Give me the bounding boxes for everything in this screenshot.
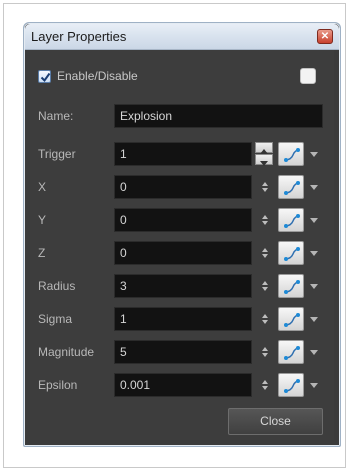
y-input[interactable]: 0 (114, 208, 252, 232)
title-bar[interactable]: Layer Properties ✕ (25, 24, 339, 50)
sigma-spinner-icon[interactable] (261, 313, 269, 325)
param-label-sigma: Sigma (38, 312, 73, 326)
z-dropdown-arrow[interactable] (310, 251, 318, 256)
radius-dropdown-arrow[interactable] (310, 284, 318, 289)
z-function-button[interactable] (278, 241, 304, 265)
param-label-y: Y (38, 213, 47, 227)
window-title: Layer Properties (31, 29, 127, 44)
enable-label: Enable/Disable (57, 69, 138, 83)
trigger-dropdown-arrow[interactable] (310, 152, 318, 157)
color-swatch-toggle[interactable] (300, 68, 316, 84)
param-label-x: X (38, 180, 47, 194)
name-label: Name: (38, 109, 74, 123)
function-curve-icon (284, 280, 300, 294)
arrow-down-icon (260, 161, 268, 166)
z-input[interactable]: 0 (114, 241, 252, 265)
enable-checkbox[interactable] (38, 70, 51, 83)
sigma-dropdown-arrow[interactable] (310, 317, 318, 322)
sigma-input[interactable]: 1 (114, 307, 252, 331)
param-label-z: Z (38, 246, 46, 260)
function-curve-icon (284, 379, 300, 393)
function-curve-icon (284, 214, 300, 228)
function-curve-icon (284, 346, 300, 360)
param-label-trigger: Trigger (38, 147, 76, 161)
function-curve-icon (284, 313, 300, 327)
x-spinner-icon[interactable] (261, 181, 269, 193)
epsilon-dropdown-arrow[interactable] (310, 383, 318, 388)
epsilon-input[interactable]: 0.001 (114, 373, 252, 397)
magnitude-function-button[interactable] (278, 340, 304, 364)
check-icon (40, 72, 51, 83)
epsilon-spinner-icon[interactable] (261, 379, 269, 391)
sigma-function-button[interactable] (278, 307, 304, 331)
x-function-button[interactable] (278, 175, 304, 199)
layer-properties-dialog: Layer Properties ✕ Enable/Disable Name: … (23, 22, 341, 447)
spin-up-button[interactable] (255, 142, 273, 154)
y-function-button[interactable] (278, 208, 304, 232)
close-button[interactable]: Close (228, 408, 323, 435)
trigger-spinner[interactable] (255, 142, 273, 166)
radius-input[interactable]: 3 (114, 274, 252, 298)
window-close-button[interactable]: ✕ (317, 29, 333, 44)
param-label-magnitude: Magnitude (38, 345, 95, 359)
function-curve-icon (284, 181, 300, 195)
param-label-radius: Radius (38, 279, 76, 293)
y-dropdown-arrow[interactable] (310, 218, 318, 223)
z-spinner-icon[interactable] (261, 247, 269, 259)
magnitude-spinner-icon[interactable] (261, 346, 269, 358)
radius-function-button[interactable] (278, 274, 304, 298)
name-input[interactable]: Explosion (114, 104, 323, 128)
spin-down-button[interactable] (255, 154, 273, 166)
param-label-epsilon: Epsilon (38, 378, 78, 392)
trigger-function-button[interactable] (278, 142, 304, 166)
dialog-body: Enable/Disable Name: Explosion Trigger 1… (30, 50, 334, 440)
magnitude-input[interactable]: 5 (114, 340, 252, 364)
function-curve-icon (284, 148, 300, 162)
magnitude-dropdown-arrow[interactable] (310, 350, 318, 355)
trigger-input[interactable]: 1 (114, 142, 252, 166)
radius-spinner-icon[interactable] (261, 280, 269, 292)
x-input[interactable]: 0 (114, 175, 252, 199)
function-curve-icon (284, 247, 300, 261)
x-dropdown-arrow[interactable] (310, 185, 318, 190)
epsilon-function-button[interactable] (278, 373, 304, 397)
y-spinner-icon[interactable] (261, 214, 269, 226)
